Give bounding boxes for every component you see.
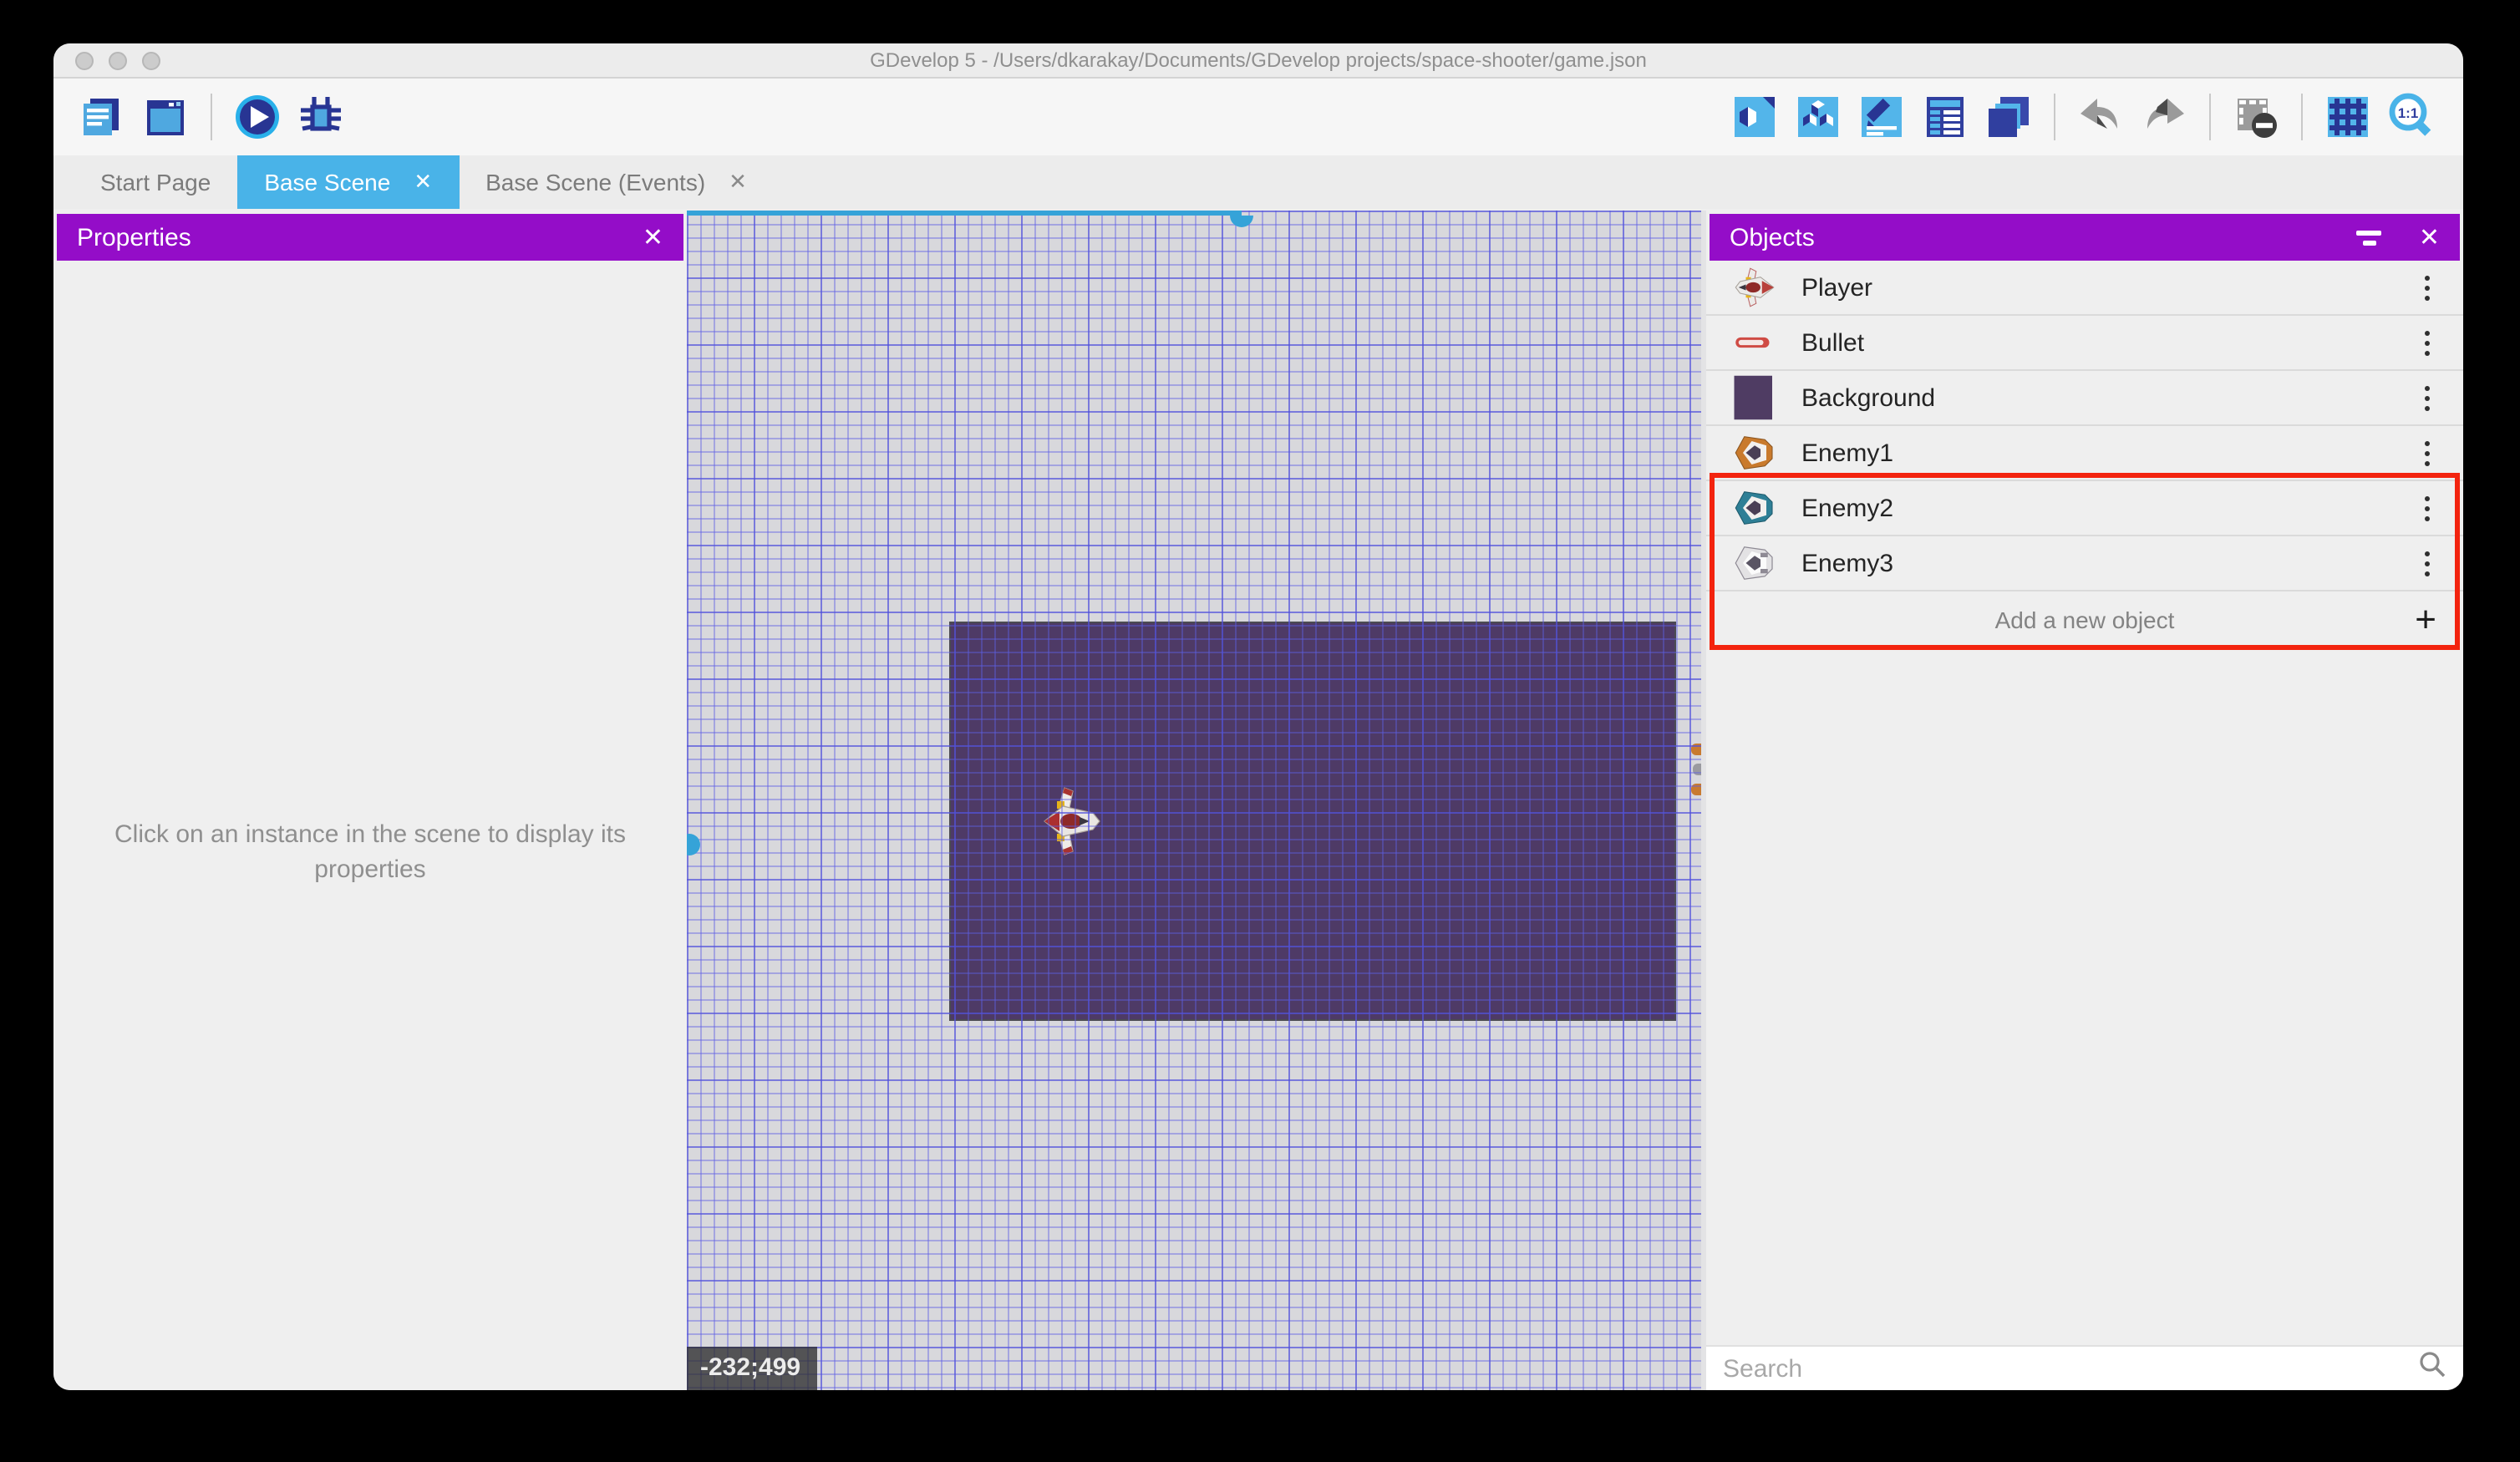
undo-icon[interactable] [2075,92,2126,142]
objects-list: Player Bullet Backgrou [1706,261,2463,648]
tab-base-scene[interactable]: Base Scene ✕ [237,155,459,209]
tab-label: Base Scene (Events) [485,169,705,195]
object-menu-icon[interactable] [2418,544,2436,582]
app-window: GDevelop 5 - /Users/dkarakay/Documents/G… [53,43,2463,1390]
properties-panel: Properties ✕ Click on an instance in the… [53,211,687,1390]
object-row-background[interactable]: Background [1706,371,2463,426]
properties-panel-title: Properties [77,223,191,251]
object-name: Enemy2 [1801,494,1893,522]
desktop: GDevelop 5 - /Users/dkarakay/Documents/G… [0,0,2520,1462]
minimize-window-button[interactable] [109,52,127,70]
tab-base-scene-events[interactable]: Base Scene (Events) ✕ [459,155,774,209]
instances-list-icon[interactable] [1920,92,1970,142]
window-title: GDevelop 5 - /Users/dkarakay/Documents/G… [53,43,2463,79]
export-object-icon[interactable] [1730,92,1780,142]
tab-label: Base Scene [264,169,390,195]
object-row-enemy3[interactable]: Enemy3 [1706,536,2463,591]
edit-scene-properties-icon[interactable] [1857,92,1907,142]
close-panel-icon[interactable]: ✕ [643,222,663,252]
object-name: Player [1801,273,1872,302]
selection-handle-left[interactable] [687,834,700,855]
properties-panel-header: Properties ✕ [57,214,683,261]
grid-icon[interactable] [2323,92,2373,142]
object-menu-icon[interactable] [2418,268,2436,307]
project-manager-icon[interactable] [77,92,127,142]
tab-label: Start Page [100,169,211,195]
cursor-coordinates-badge: -232;499 [687,1347,817,1390]
objects-panel-header: Objects ✕ [1710,214,2460,261]
tab-start-page[interactable]: Start Page [74,155,237,209]
toolbar-left [70,92,353,142]
selection-edge [687,211,1242,216]
object-row-bullet[interactable]: Bullet [1706,316,2463,371]
object-menu-icon[interactable] [2418,378,2436,417]
objects-panel-title: Objects [1730,223,1815,251]
play-icon[interactable] [232,92,282,142]
object-name: Enemy1 [1801,439,1893,467]
search-input[interactable] [1706,1347,2418,1390]
object-row-enemy1[interactable]: Enemy1 [1706,426,2463,481]
zoom-original-icon[interactable]: 1:1 [2386,92,2436,142]
debug-icon[interactable] [296,92,346,142]
filter-icon[interactable] [2357,230,2382,245]
object-row-enemy2[interactable]: Enemy2 [1706,481,2463,536]
object-menu-icon[interactable] [2418,434,2436,472]
close-panel-icon[interactable]: ✕ [2419,222,2440,252]
objects-search-bar [1706,1345,2463,1390]
object-menu-icon[interactable] [2418,323,2436,362]
layers-icon[interactable] [1984,92,2034,142]
object-row-player[interactable]: Player [1706,261,2463,316]
close-tab-icon[interactable]: ✕ [729,169,747,195]
object-name: Enemy3 [1801,549,1893,577]
object-groups-icon[interactable] [1793,92,1843,142]
bullet-object-icon [1730,319,1780,366]
enemy2-object-icon [1730,485,1780,531]
selection-handle-top[interactable] [1230,216,1253,227]
toggle-mask-icon[interactable] [2231,92,2281,142]
new-scene-icon[interactable] [140,92,191,142]
svg-text:1:1: 1:1 [2398,105,2419,121]
object-menu-icon[interactable] [2418,489,2436,527]
main-area: Properties ✕ Click on an instance in the… [53,211,2463,1390]
player-object-icon [1730,264,1780,311]
object-name: Background [1801,383,1935,412]
add-object-label: Add a new object [1995,607,2175,633]
search-icon [2418,1350,2446,1387]
add-object-row[interactable]: Add a new object + [1706,591,2463,648]
enemy3-object-icon [1730,540,1780,586]
toolbar-divider [2209,94,2211,140]
tab-bar: Start Page Base Scene ✕ Base Scene (Even… [53,155,2463,209]
titlebar: GDevelop 5 - /Users/dkarakay/Documents/G… [53,43,2463,79]
close-tab-icon[interactable]: ✕ [414,169,432,195]
enemy1-object-icon [1730,429,1780,476]
enemy-instance-partial[interactable] [1693,764,1701,775]
scene-canvas[interactable]: -232;499 [687,211,1701,1390]
object-name: Bullet [1801,328,1864,357]
enemy-instance-partial[interactable] [1691,784,1701,795]
toolbar-divider [2301,94,2303,140]
objects-panel: Objects ✕ Player [1701,211,2463,1390]
redo-icon[interactable] [2139,92,2189,142]
close-window-button[interactable] [75,52,94,70]
properties-empty-message: Click on an instance in the scene to dis… [94,817,646,887]
player-instance[interactable] [1043,785,1106,857]
toolbar-divider [211,94,212,140]
maximize-window-button[interactable] [142,52,160,70]
toolbar: 1:1 [53,79,2463,155]
enemy-instance-partial[interactable] [1691,744,1701,755]
background-object-icon [1730,374,1780,421]
add-object-plus-icon[interactable]: + [2415,602,2436,638]
toolbar-divider [2054,94,2055,140]
toolbar-right: 1:1 [1723,79,2443,155]
